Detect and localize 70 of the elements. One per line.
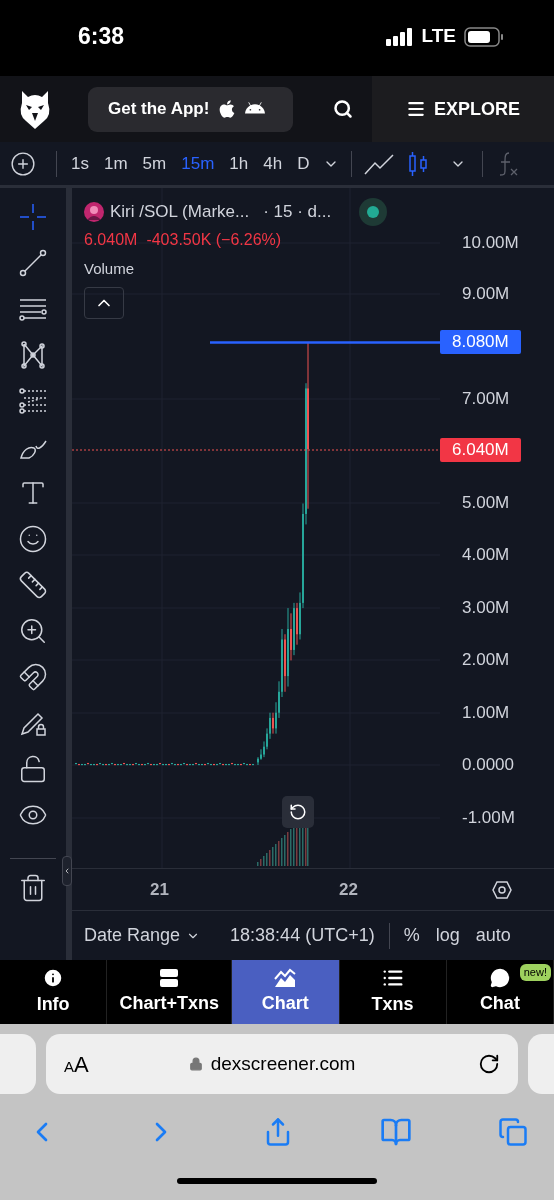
reload-icon[interactable] <box>478 1053 500 1075</box>
symbol-title: Kiri /SOL (Marke... <box>110 201 250 224</box>
pattern-icon[interactable] <box>18 340 48 370</box>
price-change: -403.50K (−6.26%) <box>146 230 282 250</box>
price-tick: 3.00M <box>462 597 510 619</box>
address-bar[interactable]: AA dexscreener.com <box>46 1034 518 1094</box>
lock-icon <box>188 1057 203 1071</box>
interval-tab[interactable]: D <box>297 150 310 177</box>
search-icon[interactable] <box>333 99 353 119</box>
trend-line-icon[interactable] <box>18 248 48 278</box>
time-tick: 21 <box>150 878 169 901</box>
price-tick: 10.00M <box>462 232 519 254</box>
date-range-dropdown[interactable]: Date Range <box>84 922 201 949</box>
time-tick: 22 <box>338 878 358 901</box>
auto-toggle[interactable]: auto <box>475 922 511 949</box>
smiley-icon[interactable] <box>18 524 48 554</box>
interval-tab[interactable]: 1m <box>103 150 128 177</box>
candles-icon[interactable] <box>408 150 429 177</box>
interval-tab[interactable]: 15m <box>181 150 215 177</box>
magnet-icon[interactable] <box>18 662 48 692</box>
interval-tab[interactable]: 4h <box>263 150 283 177</box>
explore-button[interactable]: EXPLORE <box>372 76 554 142</box>
ruler-icon[interactable] <box>18 570 48 600</box>
price-label: 8.080M <box>440 330 521 354</box>
reset-chart-button[interactable] <box>282 796 314 828</box>
collapse-handle[interactable] <box>62 856 72 886</box>
fib-levels-icon[interactable] <box>18 386 48 416</box>
info-icon <box>42 966 65 989</box>
interval-tab[interactable]: 1s <box>71 150 89 177</box>
price-tick: 4.00M <box>462 544 510 566</box>
unlock-icon[interactable] <box>18 754 48 784</box>
split-view-icon <box>159 967 180 988</box>
function-icon[interactable] <box>497 150 520 177</box>
text-size-button[interactable]: AA <box>64 1047 89 1081</box>
zoom-in-icon[interactable] <box>18 616 48 646</box>
add-icon[interactable] <box>10 150 36 177</box>
price-tick: 5.00M <box>462 492 510 514</box>
price-label: 6.040M <box>440 438 521 462</box>
price-tick: 2.00M <box>462 649 510 671</box>
price-tick: 7.00M <box>462 388 510 410</box>
percent-toggle[interactable]: % <box>403 922 420 949</box>
line-chart-icon[interactable] <box>364 151 395 176</box>
nav-tab[interactable]: Chart <box>232 960 340 1024</box>
settings-icon[interactable] <box>492 879 512 900</box>
menu-icon <box>406 99 426 119</box>
chevron-left-icon <box>63 866 71 876</box>
last-price: 6.040M <box>84 230 138 250</box>
chat-bubble-icon <box>489 967 510 988</box>
status-time: 6:38 <box>78 22 125 52</box>
network-label: LTE <box>421 24 456 49</box>
price-tick: 1.00M <box>462 702 510 724</box>
mountain-chart-icon <box>274 967 297 988</box>
url-text: dexscreener.com <box>210 1051 356 1076</box>
interval-tab[interactable]: 5m <box>142 150 167 177</box>
new-badge: new! <box>519 964 551 981</box>
trash-icon[interactable] <box>18 873 48 903</box>
price-tick: 0.0000 <box>462 754 514 776</box>
indicator-label: Volume <box>84 259 136 279</box>
price-tick: 9.00M <box>462 283 510 305</box>
crosshair-icon[interactable] <box>18 202 48 232</box>
clock-time: 18:38:44 (UTC+1) <box>230 924 375 947</box>
interval-tab[interactable]: 1h <box>229 150 249 177</box>
battery-icon <box>464 26 504 47</box>
signal-icon <box>385 27 414 46</box>
symbol-details: · 15 · d... <box>263 201 332 224</box>
token-avatar-icon <box>84 202 104 222</box>
log-toggle[interactable]: log <box>435 922 460 949</box>
get-app-button[interactable]: Get the App! <box>88 86 293 132</box>
reset-icon <box>289 803 307 821</box>
price-tick: -1.00M <box>462 807 515 829</box>
